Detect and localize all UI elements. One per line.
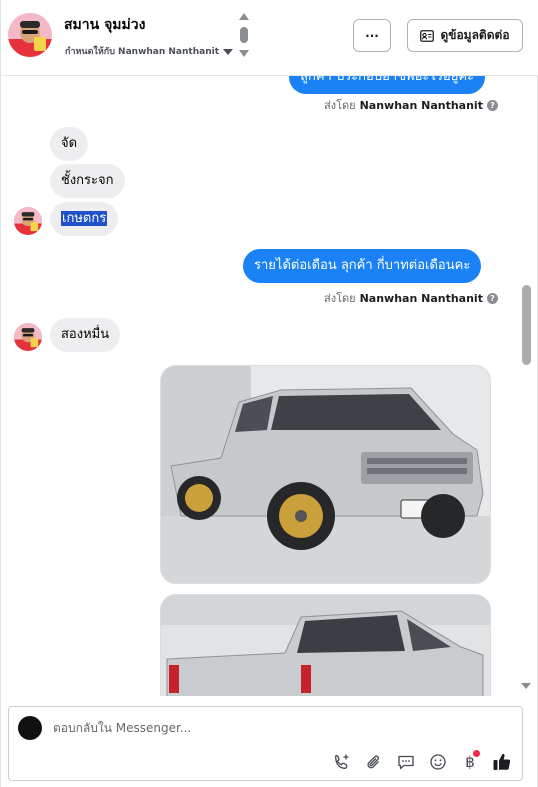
sender-avatar — [14, 207, 42, 235]
conversation-header: สมาน จุมม่วง กำหนดให้กับ Nanwhan Nanthan… — [1, 0, 538, 76]
help-icon[interactable]: ? — [486, 99, 498, 111]
payment-baht-icon[interactable]: ฿ — [459, 750, 481, 773]
messenger-conversation-panel: สมาน จุมม่วง กำหนดให้กับ Nanwhan Nanthan… — [0, 0, 538, 787]
view-contact-label: ดูข้อมูลติดต่อ — [440, 28, 510, 42]
call-add-icon[interactable] — [331, 751, 353, 773]
emoji-icon[interactable] — [427, 751, 449, 773]
incoming-message[interactable]: เกษตกร — [50, 202, 119, 236]
thread-scrollbar[interactable] — [522, 285, 531, 365]
outgoing-message[interactable]: รายได้ต่อเดือน ลุกค้า กี่บาทต่อเดือนคะ — [243, 249, 482, 283]
incoming-message[interactable]: สองหมื่น — [50, 318, 121, 352]
sent-by-prefix: ส่งโดย — [324, 292, 356, 305]
contact-card-icon — [420, 29, 435, 42]
assignee-selector[interactable]: กำหนดให้กับ Nanwhan Nanthanit — [65, 44, 233, 58]
sent-by-prefix: ส่งโดย — [324, 99, 356, 112]
sent-by-name: Nanwhan Nanthanit — [359, 291, 483, 305]
more-options-button[interactable]: ··· — [353, 19, 391, 52]
sent-by-label: ส่งโดย Nanwhan Nanthanit ? — [324, 96, 498, 114]
chevron-down-icon[interactable] — [239, 50, 249, 57]
message-thread[interactable]: ลูกค้า ประกอบอาชีพอะไรอยู่คะ ส่งโดย Nanw… — [1, 76, 538, 696]
chevron-up-icon[interactable] — [239, 13, 249, 20]
pickup-truck-photo[interactable] — [160, 594, 491, 696]
assignee-label: กำหนดให้กับ Nanwhan Nanthanit — [65, 47, 219, 57]
paperclip-icon[interactable] — [363, 751, 385, 773]
stepper-handle — [240, 27, 248, 43]
view-contact-button[interactable]: ดูข้อมูลติดต่อ — [407, 19, 523, 52]
saved-reply-icon[interactable] — [395, 751, 417, 773]
outgoing-message[interactable]: ลูกค้า ประกอบอาชีพอะไรอยู่คะ — [289, 76, 486, 94]
conversation-stepper[interactable] — [239, 13, 249, 59]
more-icon: ··· — [365, 28, 379, 43]
sender-avatar — [14, 323, 42, 351]
incoming-message[interactable]: จัด — [50, 127, 89, 161]
contact-avatar[interactable] — [8, 13, 52, 57]
selected-text: เกษตกร — [61, 211, 108, 226]
contact-name: สมาน จุมม่วง — [64, 17, 146, 33]
incoming-message[interactable]: ชั้งกระจก — [50, 164, 125, 198]
reply-input[interactable] — [53, 721, 353, 735]
notification-dot — [473, 750, 480, 757]
thumbs-up-icon[interactable] — [491, 751, 513, 773]
sent-by-name: Nanwhan Nanthanit — [359, 98, 483, 112]
pickup-truck-photo[interactable] — [160, 365, 491, 584]
help-icon[interactable]: ? — [486, 292, 498, 304]
reply-composer: ฿ — [8, 706, 523, 781]
scroll-down-icon[interactable] — [521, 683, 531, 689]
sent-by-label: ส่งโดย Nanwhan Nanthanit ? — [324, 289, 498, 307]
page-avatar — [18, 716, 42, 740]
caret-down-icon — [223, 48, 233, 55]
